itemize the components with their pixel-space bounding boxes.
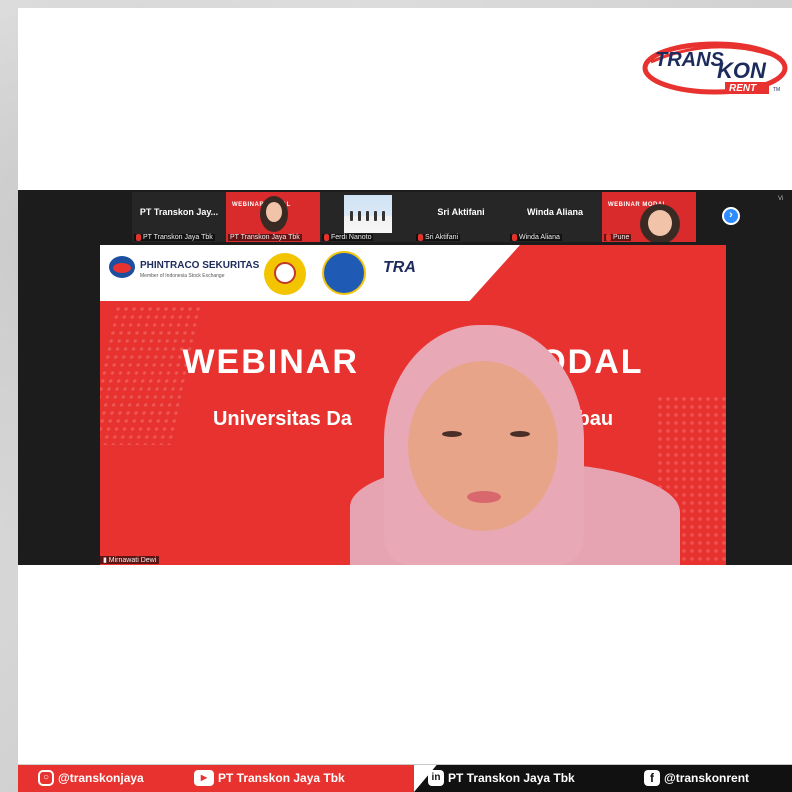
linkedin-link[interactable]: in PT Transkon Jaya Tbk <box>428 770 575 786</box>
participant-photo <box>344 195 392 233</box>
participant-face <box>266 202 282 222</box>
view-toggle[interactable]: Vi <box>778 196 783 202</box>
mic-muted-icon <box>136 234 141 241</box>
facebook-link[interactable]: f @transkonrent <box>644 770 749 786</box>
participant-strip: PT Transkon Jay... PT Transkon Jaya Tbk … <box>18 190 792 243</box>
mic-muted-icon <box>606 234 611 241</box>
participant-footer: PT Transkon Jaya Tbk <box>228 234 302 241</box>
participant-tile[interactable]: WEBINAR MODAL PT Transkon Jaya Tbk <box>226 192 320 242</box>
institution-emblem <box>322 251 366 295</box>
speaker-lips <box>467 491 501 503</box>
speaker-face <box>408 361 558 531</box>
svg-text:TRANS: TRANS <box>655 49 725 71</box>
chevron-right-icon[interactable]: › <box>722 207 740 225</box>
participant-footer: PT Transkon Jaya Tbk <box>134 234 215 241</box>
participant-tile[interactable]: PT Transkon Jay... PT Transkon Jaya Tbk <box>132 192 226 242</box>
participant-name: PT Transkon Jay... <box>139 207 219 217</box>
instagram-icon: ○ <box>38 770 54 786</box>
participant-name: Sri Aktifani <box>437 207 485 217</box>
social-footer: ○ @transkonjaya ▶ PT Transkon Jaya Tbk i… <box>18 765 792 792</box>
youtube-link[interactable]: ▶ PT Transkon Jaya Tbk <box>194 770 345 786</box>
participant-footer: Winda Aliana <box>510 234 562 241</box>
mic-muted-icon <box>324 234 329 241</box>
sponsor-banner: PHINTRACO SEKURITAS Member of Indonesia … <box>100 245 520 301</box>
participant-tile[interactable]: Sri Aktifani Sri Aktifani <box>414 192 508 242</box>
speaker-eye <box>510 431 530 437</box>
org-name: PHINTRACO SEKURITAS <box>140 260 260 271</box>
svg-text:TM: TM <box>773 87 780 93</box>
participant-footer: Sri Aktifani <box>416 234 461 241</box>
org-subtitle: Member of Indonesia Stock Exchange <box>140 273 225 279</box>
youtube-icon: ▶ <box>194 770 214 786</box>
participant-name: Winda Aliana <box>526 207 584 217</box>
participant-footer: Ferdi Nanoto <box>322 234 374 241</box>
participant-footer: Pune <box>604 234 632 241</box>
phintraco-logo <box>109 256 135 278</box>
video-call-window: PT Transkon Jay... PT Transkon Jaya Tbk … <box>18 190 792 565</box>
shared-presentation: PHINTRACO SEKURITAS Member of Indonesia … <box>100 245 726 565</box>
banner-partner-logo: TRA <box>383 259 416 276</box>
active-speaker-video <box>350 313 710 565</box>
university-emblem <box>264 253 306 295</box>
instagram-link[interactable]: ○ @transkonjaya <box>38 770 144 786</box>
participant-tile[interactable]: Ferdi Nanoto <box>320 192 414 242</box>
participant-face <box>648 210 672 236</box>
participant-tile[interactable]: Winda Aliana Winda Aliana <box>508 192 602 242</box>
facebook-icon: f <box>644 770 660 786</box>
svg-text:RENT: RENT <box>729 83 757 94</box>
mic-muted-icon <box>512 234 517 241</box>
linkedin-icon: in <box>428 770 444 786</box>
mic-muted-icon <box>418 234 423 241</box>
speaker-name-tag: ▮ Mirnawati Dewi <box>100 556 160 564</box>
speaker-eye <box>442 431 462 437</box>
participant-tile[interactable]: WEBINAR MODAL Pune <box>602 192 696 242</box>
svg-text:KON: KON <box>717 58 767 83</box>
transkon-rent-logo: TRANS KON RENT TM <box>641 40 789 98</box>
